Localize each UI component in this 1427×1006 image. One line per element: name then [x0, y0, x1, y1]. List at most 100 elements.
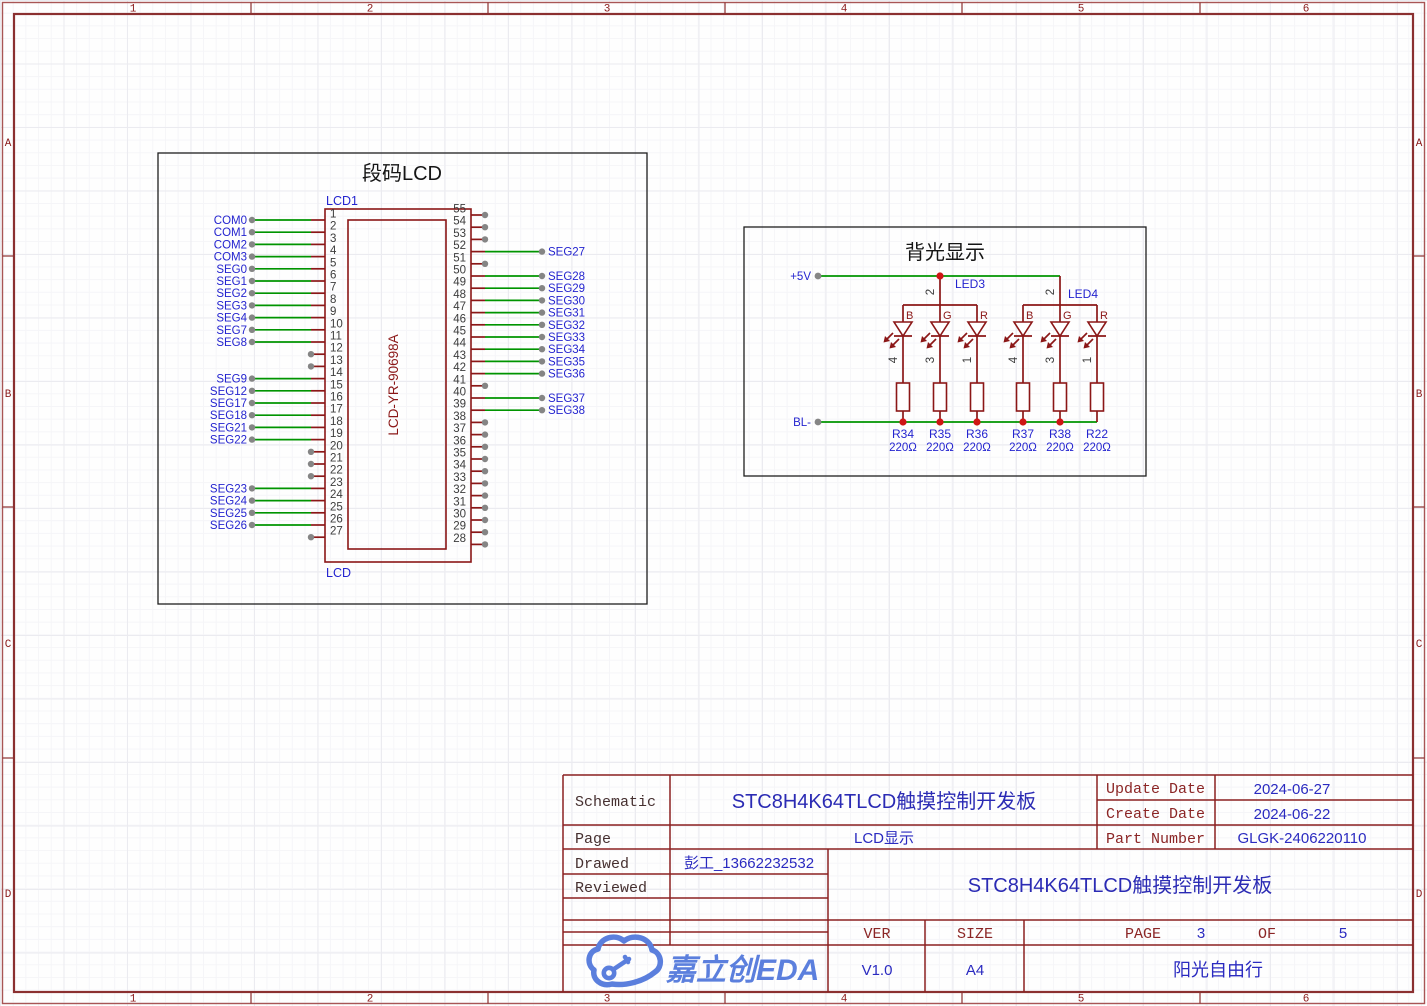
net-label[interactable]: SEG33: [548, 332, 585, 344]
create-date-value[interactable]: 2024-06-22: [1254, 806, 1331, 823]
lcd-pin-1[interactable]: 1 COM0: [214, 209, 337, 228]
net-label[interactable]: SEG3: [216, 300, 247, 312]
plus5v-rail[interactable]: +5V: [790, 271, 1060, 283]
resistor-value[interactable]: 220Ω: [889, 442, 917, 454]
page-total[interactable]: 5: [1339, 925, 1347, 942]
resistor-refdes[interactable]: R38: [1049, 427, 1071, 441]
net-label[interactable]: SEG7: [216, 325, 247, 337]
led-refdes[interactable]: LED4: [1068, 287, 1098, 301]
pin-number: 51: [453, 252, 466, 264]
unconnected-pin-dot: [481, 504, 489, 511]
led-channel-g[interactable]: G 3 R35220Ω: [920, 305, 955, 454]
led-channel-b[interactable]: B 4 R34220Ω: [883, 305, 918, 454]
unconnected-pin-dot: [481, 529, 489, 536]
pin-number: 5: [330, 257, 336, 269]
net-label[interactable]: SEG12: [210, 386, 247, 398]
net-label[interactable]: COM2: [214, 239, 247, 251]
resistor-refdes[interactable]: R22: [1086, 427, 1108, 441]
rgb-led-led3[interactable]: LED32B4R34220ΩG3R35220ΩR1R36220Ω: [883, 272, 992, 454]
net-label[interactable]: COM0: [214, 215, 247, 227]
pin-number: 45: [453, 326, 466, 338]
led-channel-g[interactable]: G 3 R38220Ω: [1040, 305, 1075, 454]
net-port-dot: [248, 509, 256, 516]
net-label[interactable]: SEG26: [210, 520, 247, 532]
net-label[interactable]: SEG23: [210, 483, 247, 495]
net-port-dot: [248, 216, 256, 224]
drawed-value[interactable]: 彭工_13662232532: [684, 855, 814, 872]
board-title[interactable]: STC8H4K64TLCD触摸控制开发板: [968, 874, 1273, 897]
page-value[interactable]: LCD显示: [854, 830, 914, 847]
net-label[interactable]: SEG35: [548, 356, 585, 368]
ver-value[interactable]: V1.0: [862, 962, 893, 979]
part-number-value[interactable]: GLGK-2406220110: [1238, 830, 1367, 847]
bl-minus-port-dot[interactable]: [814, 418, 822, 426]
net-port-dot: [248, 412, 256, 419]
net-label[interactable]: SEG9: [216, 374, 247, 386]
resistor-body[interactable]: [969, 382, 985, 412]
net-label[interactable]: SEG28: [548, 271, 585, 283]
net-label[interactable]: SEG36: [548, 369, 585, 381]
net-label[interactable]: SEG0: [216, 264, 247, 276]
net-label[interactable]: SEG1: [216, 276, 247, 288]
net-label[interactable]: SEG17: [210, 398, 247, 410]
net-label[interactable]: SEG37: [548, 393, 585, 405]
net-label[interactable]: SEG4: [216, 313, 247, 325]
lcd-refdes[interactable]: LCD1: [326, 194, 358, 208]
drawed-label: Drawed: [575, 856, 629, 873]
resistor-value[interactable]: 220Ω: [963, 442, 991, 454]
net-label[interactable]: SEG8: [216, 337, 247, 349]
page-number[interactable]: 3: [1197, 925, 1205, 942]
net-label[interactable]: SEG29: [548, 283, 585, 295]
lcd-pin-40[interactable]: 40 SEG37: [453, 387, 585, 406]
net-label[interactable]: SEG32: [548, 320, 585, 332]
lcd-component[interactable]: LCD1 LCD LCD-YR-90698A 1 COM0 2 COM1 3 COM2 4 C…: [210, 194, 586, 580]
led-channel-r[interactable]: R 1 R22220Ω: [1077, 305, 1112, 454]
resistor-refdes[interactable]: R37: [1012, 427, 1034, 441]
net-label[interactable]: SEG31: [548, 308, 585, 320]
schematic-value[interactable]: STC8H4K64TLCD触摸控制开发板: [732, 790, 1037, 813]
net-label[interactable]: SEG38: [548, 405, 585, 417]
resistor-value[interactable]: 220Ω: [1083, 442, 1111, 454]
update-date-value[interactable]: 2024-06-27: [1254, 781, 1331, 798]
lcd-part-name[interactable]: LCD-YR-90698A: [386, 334, 401, 435]
bl-minus-net-label[interactable]: BL-: [793, 417, 811, 429]
lcd-pin-52[interactable]: 52 SEG27: [453, 240, 585, 259]
rgb-led-led4[interactable]: LED42B4R37220ΩG3R38220ΩR1R22220Ω: [1003, 276, 1112, 454]
net-label[interactable]: COM3: [214, 252, 247, 264]
resistor-body[interactable]: [1089, 382, 1105, 412]
net-label[interactable]: SEG24: [210, 496, 248, 508]
frame-col-label-top: 3: [604, 4, 611, 16]
pin-number: 6: [330, 270, 336, 282]
led-refdes[interactable]: LED3: [955, 277, 985, 291]
pin-number: 2: [330, 221, 336, 233]
plus5v-port-dot[interactable]: [814, 272, 822, 280]
resistor-value[interactable]: 220Ω: [1009, 442, 1037, 454]
resistor-refdes[interactable]: R35: [929, 427, 951, 441]
resistor-refdes[interactable]: R34: [892, 427, 914, 441]
net-label[interactable]: SEG21: [210, 422, 247, 434]
lcd-footprint-label[interactable]: LCD: [326, 566, 351, 580]
resistor-body[interactable]: [1015, 382, 1031, 412]
resistor-refdes[interactable]: R36: [966, 427, 988, 441]
plus5v-net-label[interactable]: +5V: [790, 271, 811, 283]
net-label[interactable]: COM1: [214, 227, 247, 239]
resistor-value[interactable]: 220Ω: [926, 442, 954, 454]
net-port-dot: [248, 241, 256, 248]
resistor-body[interactable]: [895, 382, 911, 412]
net-label[interactable]: SEG34: [548, 344, 586, 356]
lcd-pin-50[interactable]: 50 SEG28: [453, 265, 585, 284]
net-label[interactable]: SEG27: [548, 247, 585, 259]
led-channel-b[interactable]: B 4 R37220Ω: [1003, 305, 1038, 454]
company-name[interactable]: 阳光自由行: [1173, 960, 1263, 980]
led-channel-r[interactable]: R 1 R36220Ω: [957, 305, 992, 454]
net-label[interactable]: SEG30: [548, 295, 585, 307]
net-label[interactable]: SEG25: [210, 508, 247, 520]
resistor-body[interactable]: [1052, 382, 1068, 412]
net-label[interactable]: SEG18: [210, 410, 247, 422]
net-label[interactable]: SEG2: [216, 288, 247, 300]
resistor-body[interactable]: [932, 382, 948, 412]
lcd-pin-23[interactable]: 23 SEG23: [210, 477, 343, 496]
resistor-value[interactable]: 220Ω: [1046, 442, 1074, 454]
net-label[interactable]: SEG22: [210, 435, 247, 447]
size-value[interactable]: A4: [966, 962, 984, 979]
